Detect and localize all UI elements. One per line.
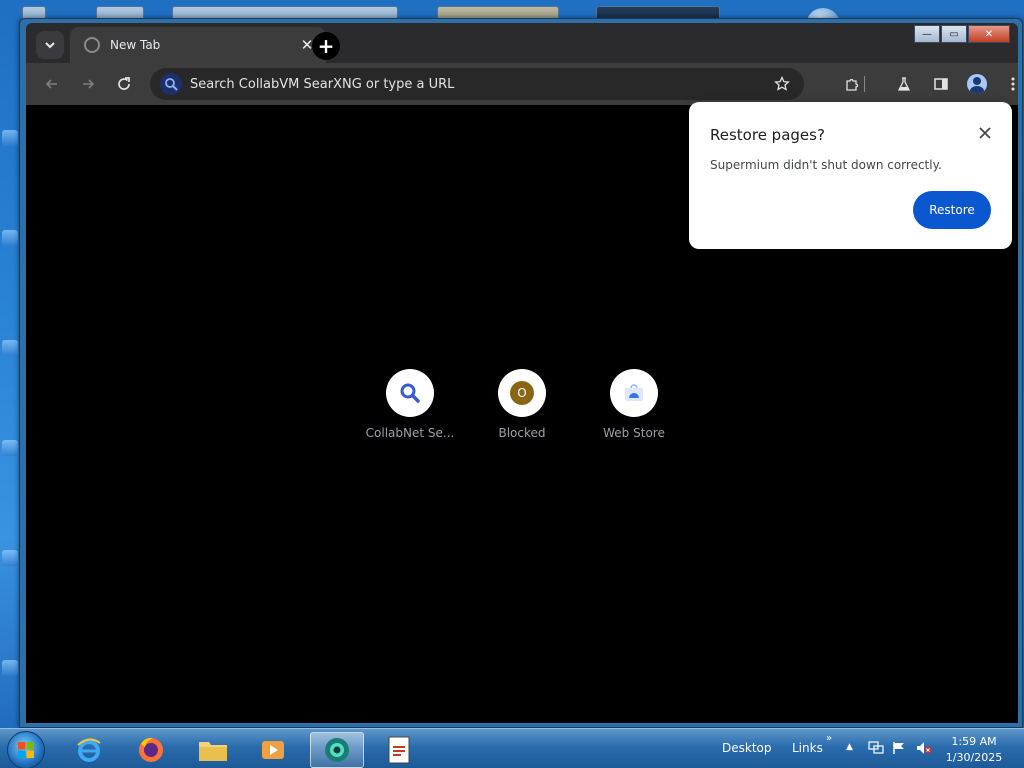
links-toolbar-label[interactable]: Links: [792, 741, 823, 755]
profile-button[interactable]: [965, 72, 989, 96]
taskbar-file-explorer[interactable]: [186, 732, 240, 768]
internet-explorer-icon: [77, 738, 101, 762]
reload-icon: [118, 77, 130, 90]
reload-button[interactable]: [112, 72, 136, 96]
taskbar-document-app[interactable]: [372, 732, 426, 768]
web-store-icon: [625, 384, 643, 401]
window-controls: — ▭ ✕: [913, 25, 1010, 43]
taskbar-firefox[interactable]: [124, 732, 178, 768]
puzzle-icon: [846, 78, 859, 91]
shortcuts-grid: CollabNet Se... O Blocked Web Store: [26, 369, 1018, 459]
taskbar-clock[interactable]: 1:59 AM 1/30/2025: [944, 734, 1004, 766]
shortcut-icon-circle: [610, 369, 658, 417]
taskbar: Desktop Links » ▲ 1:59 AM 1/30/2025: [0, 728, 1024, 768]
supermium-icon: [325, 738, 349, 762]
menu-button[interactable]: [1001, 72, 1024, 96]
arrow-left-icon: [45, 79, 57, 89]
blocked-site-letter: O: [517, 386, 527, 400]
tab-strip: New Tab ✕ + — ▭ ✕: [26, 23, 1018, 63]
address-bar[interactable]: [150, 68, 804, 100]
start-button[interactable]: [7, 731, 45, 768]
dialog-message: Supermium didn't shut down correctly.: [710, 158, 942, 172]
more-vertical-icon: [1011, 77, 1015, 91]
shortcut-label: Blocked: [498, 426, 546, 440]
desktop-shortcut-icon[interactable]: [2, 550, 18, 566]
firefox-icon: [139, 737, 163, 762]
show-hidden-icons-icon[interactable]: ▲: [846, 742, 853, 752]
blocked-site-icon: O: [510, 381, 534, 405]
window-close-button[interactable]: ✕: [968, 25, 1010, 43]
media-player-icon: [262, 741, 284, 759]
maximize-button[interactable]: ▭: [941, 25, 967, 43]
dialog-title: Restore pages?: [710, 126, 825, 144]
forward-button[interactable]: [76, 72, 100, 96]
taskbar-internet-explorer[interactable]: [62, 732, 116, 768]
tab-title: New Tab: [110, 38, 161, 52]
side-panel-button[interactable]: [929, 72, 953, 96]
desktop-shortcut-icon[interactable]: [2, 130, 18, 146]
desktop-shortcut-icon[interactable]: [2, 660, 18, 676]
clock-time: 1:59 AM: [951, 735, 997, 748]
search-icon: [160, 73, 182, 95]
restore-button[interactable]: Restore: [913, 191, 991, 229]
desktop-shortcut-icon[interactable]: [2, 230, 18, 246]
restore-pages-dialog: Restore pages? Supermium didn't shut dow…: [689, 102, 1012, 249]
network-icon[interactable]: [868, 741, 884, 758]
new-tab-button[interactable]: +: [312, 32, 340, 60]
toolbar-divider: [864, 76, 865, 92]
minimize-button[interactable]: —: [914, 25, 940, 43]
tab-search-button[interactable]: [36, 31, 64, 59]
dialog-close-button[interactable]: [974, 122, 996, 144]
chevron-down-icon: [45, 42, 55, 49]
taskbar-media-player[interactable]: [246, 732, 300, 768]
windows-logo-icon: [18, 742, 34, 758]
shortcut-label: Web Store: [603, 426, 665, 440]
back-button[interactable]: [40, 72, 64, 96]
arrow-right-icon: [83, 79, 95, 89]
avatar-icon: [967, 74, 987, 94]
document-icon: [388, 736, 410, 764]
bookmark-star-icon[interactable]: [768, 76, 796, 92]
side-panel-icon: [934, 78, 948, 90]
flask-icon: [897, 77, 911, 91]
shortcut-icon-circle: [386, 369, 434, 417]
globe-icon: [84, 37, 100, 53]
browser-toolbar: [26, 63, 1018, 105]
shortcut-icon-circle: O: [498, 369, 546, 417]
action-center-flag-icon[interactable]: [892, 741, 906, 758]
desktop-shortcut-icon[interactable]: [2, 340, 18, 356]
close-icon: [979, 127, 991, 139]
tab-new-tab[interactable]: New Tab ✕: [70, 27, 326, 63]
address-input[interactable]: [190, 76, 768, 92]
labs-button[interactable]: [892, 72, 916, 96]
desktop-toolbar-label[interactable]: Desktop: [722, 741, 772, 755]
extensions-button[interactable]: [840, 72, 864, 96]
toolbar-overflow-icon[interactable]: »: [826, 733, 832, 744]
folder-icon: [199, 742, 227, 761]
magnifier-icon: [400, 383, 420, 403]
shortcut-tile[interactable]: Web Store: [578, 369, 690, 440]
clock-date: 1/30/2025: [945, 751, 1003, 764]
shortcut-tile[interactable]: CollabNet Se...: [354, 369, 466, 440]
volume-muted-icon[interactable]: [916, 741, 932, 758]
shortcut-tile[interactable]: O Blocked: [466, 369, 578, 440]
taskbar-supermium-browser[interactable]: [310, 732, 364, 768]
desktop-shortcut-icon[interactable]: [2, 440, 18, 456]
shortcut-label: CollabNet Se...: [365, 426, 455, 440]
